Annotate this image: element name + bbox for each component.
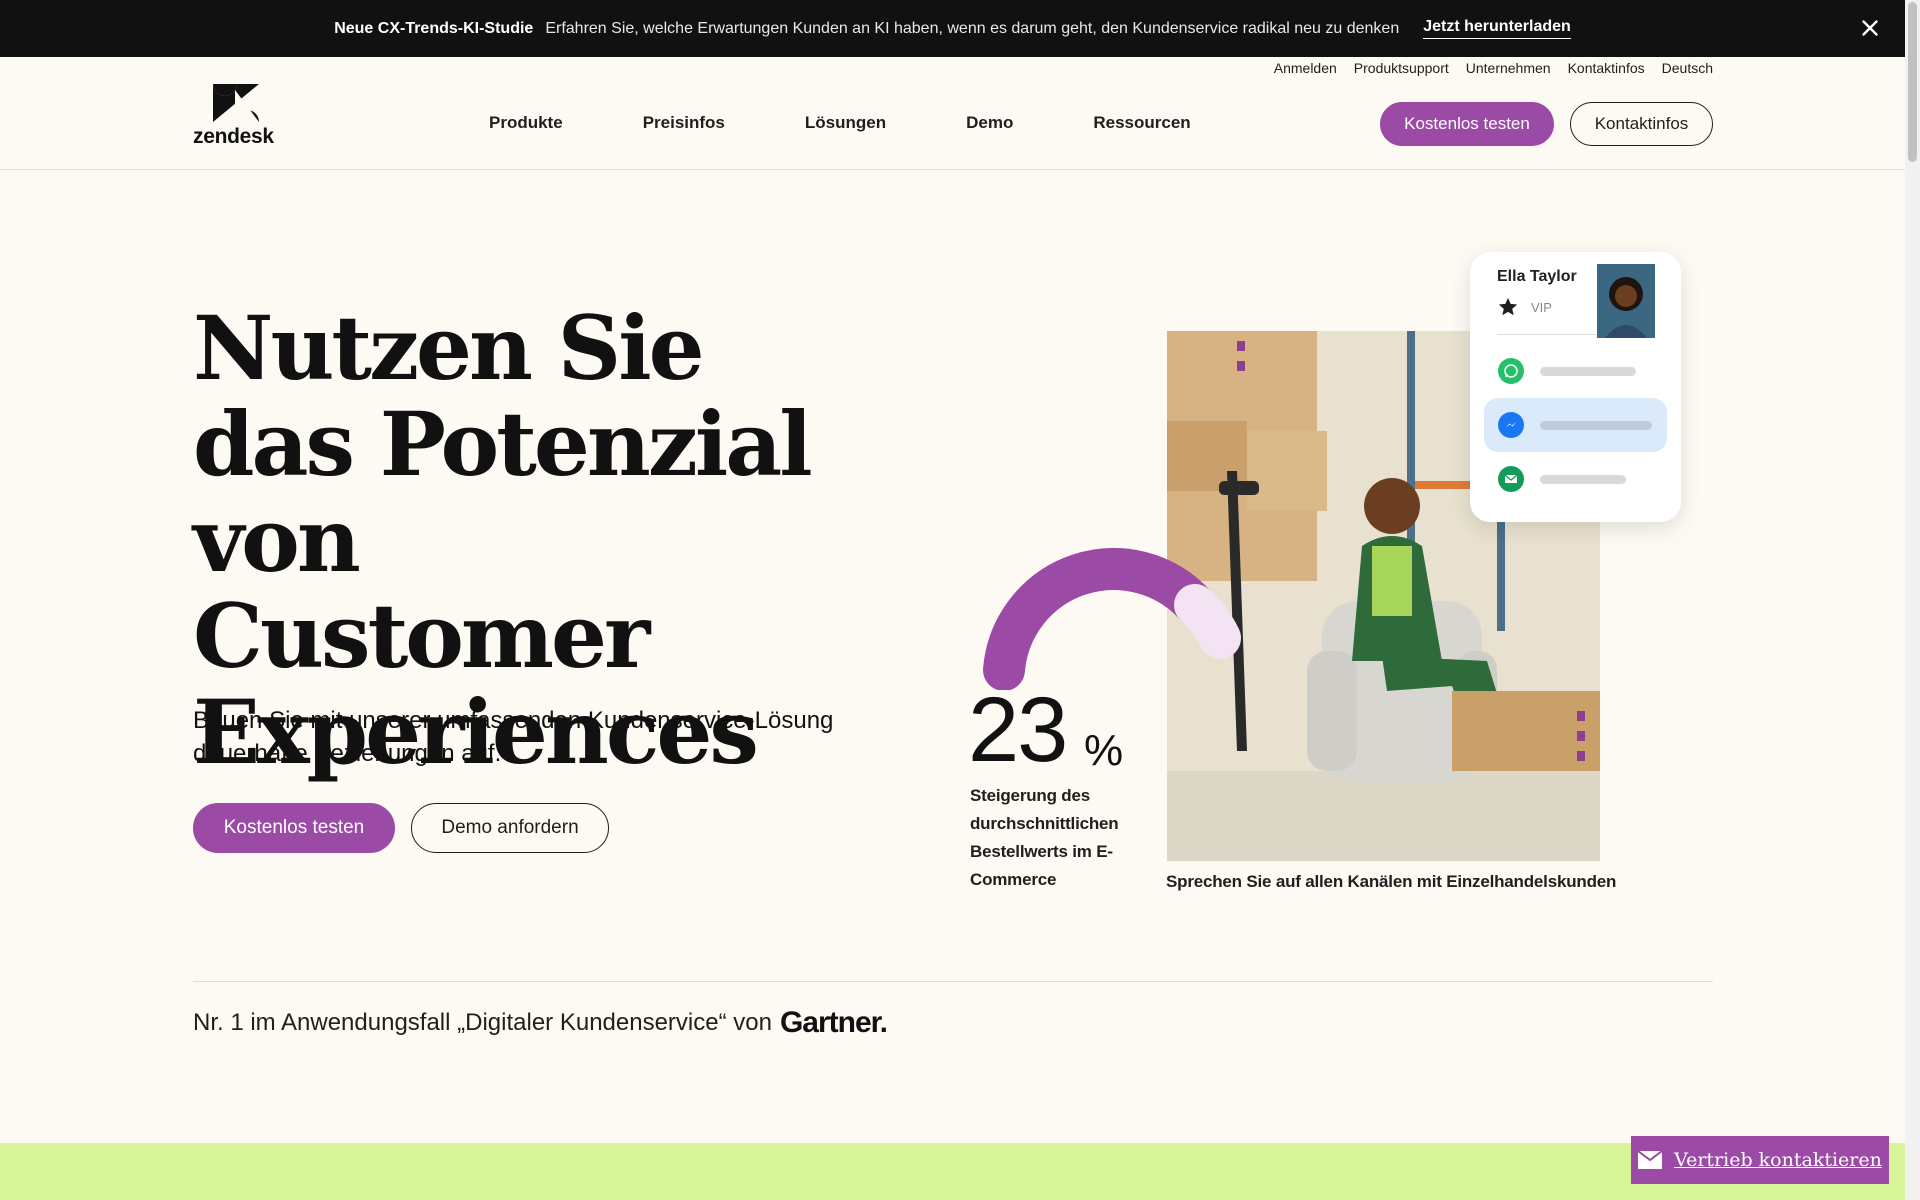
- utility-language[interactable]: Deutsch: [1662, 60, 1713, 76]
- ranking-text: Nr. 1 im Anwendungsfall „Digitaler Kunde…: [193, 1009, 772, 1036]
- gartner-logo: Gartner.: [779, 1006, 888, 1039]
- header-contact-button[interactable]: Kontaktinfos: [1570, 102, 1713, 146]
- contact-sales-button[interactable]: Vertrieb kontaktieren: [1631, 1136, 1889, 1184]
- utility-company[interactable]: Unternehmen: [1466, 60, 1551, 76]
- whatsapp-icon: [1498, 358, 1524, 384]
- customer-name: Ella Taylor: [1497, 268, 1577, 285]
- close-icon[interactable]: [1857, 15, 1883, 41]
- channel-whatsapp[interactable]: [1484, 344, 1667, 398]
- customer-profile-card: Ella Taylor VIP: [1470, 252, 1681, 522]
- gartner-ranking: Nr. 1 im Anwendungsfall „Digitaler Kunde…: [193, 1006, 888, 1040]
- star-icon: [1498, 297, 1518, 316]
- customer-tier: VIP: [1531, 300, 1552, 315]
- hero-subtitle: Bauen Sie mit unserer umfassenden Kunden…: [193, 707, 834, 767]
- zendesk-logo-icon: [213, 84, 259, 122]
- hero-demo-button[interactable]: Demo anfordern: [411, 803, 609, 853]
- messenger-icon: [1498, 412, 1524, 438]
- announcement-title: Neue CX-Trends-KI-Studie: [334, 19, 534, 37]
- header-try-free-button[interactable]: Kostenlos testen: [1380, 102, 1554, 146]
- section-divider: [193, 981, 1713, 982]
- channel-preview-bar: [1540, 421, 1652, 430]
- nav-produkte[interactable]: Produkte: [489, 113, 563, 133]
- channel-preview-bar: [1540, 367, 1636, 376]
- stat-label: Steigerung des durchschnittlichen Bestel…: [970, 786, 1119, 889]
- announcement-bar: Neue CX-Trends-KI-Studie Erfahren Sie, w…: [0, 0, 1905, 57]
- nav-preisinfos[interactable]: Preisinfos: [643, 113, 725, 133]
- contact-sales-label: Vertrieb kontaktieren: [1674, 1149, 1882, 1171]
- stat-value: 23: [968, 679, 1068, 781]
- utility-nav: Anmelden Produktsupport Unternehmen Kont…: [1274, 60, 1713, 76]
- nav-loesungen[interactable]: Lösungen: [805, 113, 886, 133]
- zendesk-logo[interactable]: zendesk: [193, 84, 279, 148]
- channel-email[interactable]: [1484, 452, 1667, 506]
- avatar: [1597, 264, 1655, 338]
- utility-login[interactable]: Anmelden: [1274, 60, 1337, 76]
- utility-contact[interactable]: Kontaktinfos: [1568, 60, 1645, 76]
- card-divider: [1497, 334, 1599, 335]
- hero-try-free-button[interactable]: Kostenlos testen: [193, 803, 395, 853]
- email-icon: [1498, 466, 1524, 492]
- channel-messenger[interactable]: [1484, 398, 1667, 452]
- announcement-message: Erfahren Sie, welche Erwartungen Kunden …: [545, 19, 1400, 37]
- page-scrollbar[interactable]: [1905, 0, 1920, 1200]
- nav-ressourcen[interactable]: Ressourcen: [1093, 113, 1190, 133]
- logo-wordmark: zendesk: [193, 125, 274, 148]
- stat-unit: %: [1084, 726, 1124, 775]
- nav-demo[interactable]: Demo: [966, 113, 1013, 133]
- download-link[interactable]: Jetzt herunterladen: [1423, 18, 1571, 39]
- utility-support[interactable]: Produktsupport: [1354, 60, 1449, 76]
- channel-preview-bar: [1540, 475, 1626, 484]
- stat-gauge-arc: [983, 548, 1241, 690]
- scrollbar-thumb[interactable]: [1908, 2, 1917, 162]
- main-nav: Produkte Preisinfos Lösungen Demo Ressou…: [489, 113, 1191, 133]
- photo-caption: Sprechen Sie auf allen Kanälen mit Einze…: [1166, 872, 1617, 891]
- mail-icon: [1638, 1151, 1663, 1169]
- next-section-band: [0, 1143, 1905, 1200]
